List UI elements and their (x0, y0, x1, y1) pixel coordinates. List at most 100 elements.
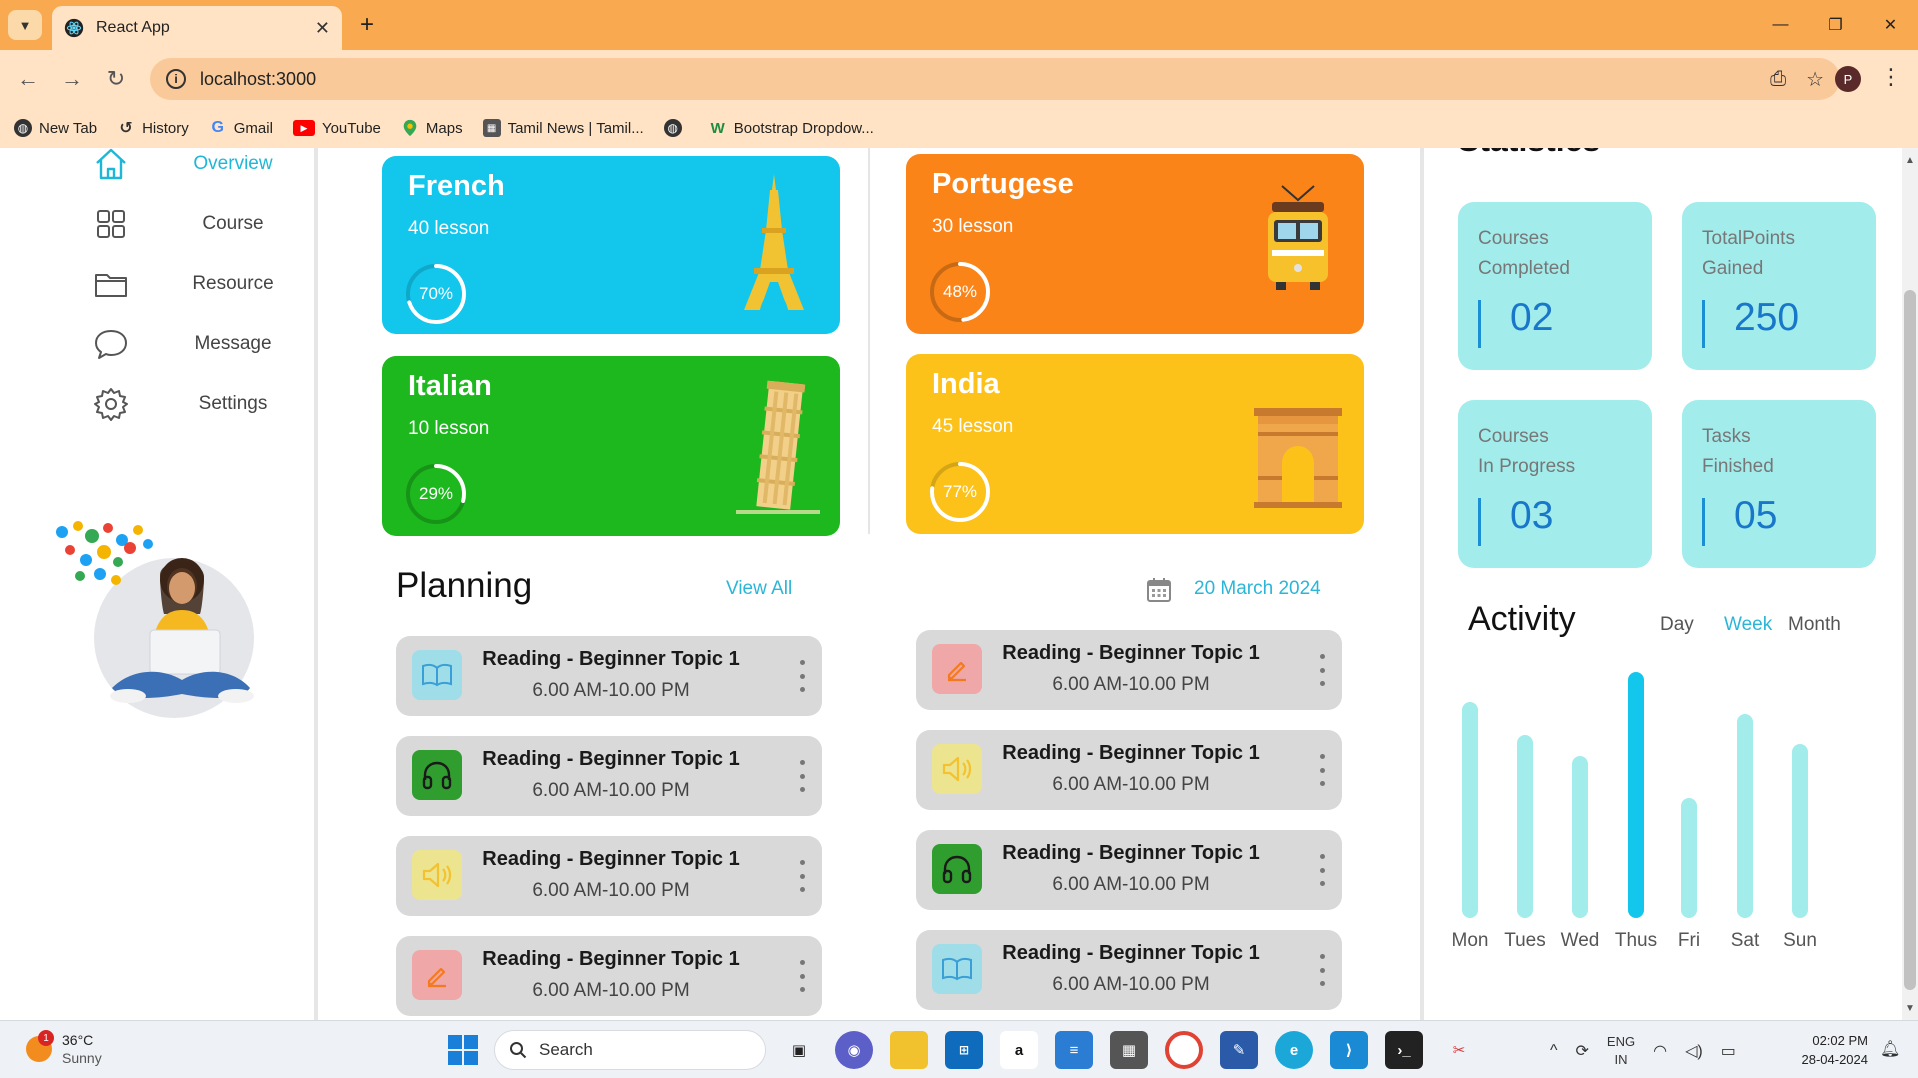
bookmark-gmail[interactable]: G Gmail (209, 119, 273, 137)
more-options-icon[interactable] (1316, 754, 1328, 786)
wifi-icon[interactable]: ◠ (1653, 1041, 1667, 1061)
vscode-icon[interactable]: ⟩ (1330, 1031, 1368, 1069)
more-options-icon[interactable] (796, 960, 808, 992)
volume-icon[interactable]: ◁) (1685, 1041, 1703, 1061)
view-all-link[interactable]: View All (726, 578, 792, 600)
gear-icon (94, 388, 128, 421)
more-options-icon[interactable] (1316, 954, 1328, 986)
news-icon: ▦ (482, 119, 501, 137)
file-explorer-icon[interactable] (890, 1031, 928, 1069)
plan-card[interactable]: Reading - Beginner Topic 1 6.00 AM-10.00… (916, 930, 1342, 1010)
planning-date[interactable]: 20 March 2024 (1194, 578, 1321, 600)
edge-icon[interactable]: e (1275, 1031, 1313, 1069)
kebab-menu-icon[interactable]: ⋮ (1880, 64, 1902, 90)
sidebar-item-message[interactable]: Message (92, 322, 292, 366)
plan-card[interactable]: Reading - Beginner Topic 1 6.00 AM-10.00… (396, 936, 822, 1016)
task-view-icon[interactable]: ▣ (780, 1031, 818, 1069)
reload-button[interactable]: ↻ (98, 62, 134, 96)
scroll-thumb[interactable] (1904, 290, 1916, 990)
more-options-icon[interactable] (1316, 654, 1328, 686)
tab-day[interactable]: Day (1660, 614, 1694, 636)
close-window-button[interactable]: ✕ (1863, 0, 1918, 50)
site-info-icon[interactable]: i (166, 69, 186, 89)
minimize-button[interactable]: — (1753, 0, 1808, 50)
terminal-icon[interactable]: ›_ (1385, 1031, 1423, 1069)
restore-button[interactable]: ❐ (1808, 0, 1863, 50)
tab-week[interactable]: Week (1724, 614, 1772, 636)
address-bar[interactable]: i localhost:3000 ⎙ ☆ (150, 58, 1840, 100)
stat-label-line: Completed (1478, 258, 1570, 279)
snipping-tool-icon[interactable]: ✂ (1440, 1031, 1478, 1069)
more-options-icon[interactable] (1316, 854, 1328, 886)
plan-title: Reading - Beginner Topic 1 (1002, 942, 1260, 964)
plan-card[interactable]: Reading - Beginner Topic 1 6.00 AM-10.00… (916, 730, 1342, 810)
weather-widget[interactable]: 1 36°C Sunny (26, 1030, 102, 1067)
x-tick-label: Mon (1452, 930, 1489, 951)
pencil-icon (427, 967, 446, 988)
column-divider (868, 148, 870, 534)
language-indicator[interactable]: ENG IN (1607, 1033, 1635, 1069)
notification-bell-icon[interactable]: 🔔︎ (1880, 1039, 1900, 1059)
plan-icon-box (932, 844, 982, 894)
page-scrollbar[interactable]: ▲ ▼ (1902, 148, 1918, 1020)
bookmark-youtube[interactable]: ▶ YouTube (292, 120, 381, 137)
star-icon[interactable]: ☆ (1806, 67, 1824, 92)
calendar-icon[interactable] (1145, 576, 1173, 604)
bookmark-history[interactable]: ↺ History (117, 119, 188, 138)
close-icon[interactable]: ✕ (315, 18, 330, 39)
taskbar-search[interactable]: Search (494, 1030, 766, 1070)
weather-text: 36°C Sunny (62, 1031, 102, 1067)
profile-avatar[interactable]: P (1835, 66, 1861, 92)
plan-card[interactable]: Reading - Beginner Topic 1 6.00 AM-10.00… (916, 830, 1342, 910)
battery-icon[interactable]: ▭ (1721, 1041, 1736, 1061)
chevron-up-icon[interactable]: ^ (1550, 1042, 1558, 1060)
plan-card[interactable]: Reading - Beginner Topic 1 6.00 AM-10.00… (396, 836, 822, 916)
forward-button[interactable]: → (54, 62, 90, 96)
scroll-down-icon[interactable]: ▼ (1902, 1000, 1918, 1016)
bookmark-globe[interactable]: ◍ (663, 119, 689, 137)
install-app-icon[interactable]: ⎙ (1770, 68, 1786, 91)
plan-title: Reading - Beginner Topic 1 (1002, 842, 1260, 864)
sidebar-item-course[interactable]: Course (92, 202, 292, 246)
w-icon: W (710, 119, 725, 137)
course-card-italian[interactable]: Italian 10 lesson 29% (382, 356, 840, 536)
bookmark-new-tab[interactable]: ◍ New Tab (14, 119, 97, 137)
plan-icon-box (412, 850, 462, 900)
plan-icon-box (932, 944, 982, 994)
sidebar-item-overview[interactable]: Overview (92, 148, 292, 186)
bookmark-tamil-news[interactable]: ▦ Tamil News | Tamil... (482, 119, 644, 137)
more-options-icon[interactable] (796, 860, 808, 892)
tab-month[interactable]: Month (1788, 614, 1841, 636)
scroll-up-icon[interactable]: ▲ (1902, 152, 1918, 168)
back-button[interactable]: ← (10, 62, 46, 96)
browser-tab[interactable]: React App ✕ (52, 6, 342, 50)
sidebar-item-resource[interactable]: Resource (92, 262, 292, 306)
course-card-india[interactable]: India 45 lesson 77% (906, 354, 1364, 534)
course-card-portugese[interactable]: Portugese 30 lesson 48% (906, 154, 1364, 334)
amazon-icon[interactable]: a (1000, 1031, 1038, 1069)
teams-icon[interactable]: ◉ (835, 1031, 873, 1069)
course-card-french[interactable]: French 40 lesson 70% (382, 156, 840, 334)
url-text[interactable]: localhost:3000 (200, 69, 1750, 90)
windows-start-icon[interactable] (448, 1035, 478, 1065)
clock[interactable]: 02:02 PM 28-04-2024 (1792, 1031, 1869, 1069)
bookmark-bootstrap[interactable]: W Bootstrap Dropdow... (709, 119, 874, 137)
notepad-icon[interactable]: ≡ (1055, 1031, 1093, 1069)
more-options-icon[interactable] (796, 660, 808, 692)
new-tab-button[interactable]: + (352, 10, 382, 40)
more-options-icon[interactable] (796, 760, 808, 792)
book-icon (422, 663, 452, 687)
plan-card[interactable]: Reading - Beginner Topic 1 6.00 AM-10.00… (396, 636, 822, 716)
bookmark-maps[interactable]: Maps (401, 119, 463, 137)
store-icon[interactable]: ⊞ (945, 1031, 983, 1069)
sidebar-item-settings[interactable]: Settings (92, 382, 292, 426)
plan-card[interactable]: Reading - Beginner Topic 1 6.00 AM-10.00… (916, 630, 1342, 710)
course-name: Portugese (932, 168, 1074, 200)
calculator-icon[interactable]: ▦ (1110, 1031, 1148, 1069)
history-icon: ↺ (119, 120, 133, 137)
chrome-icon[interactable] (1165, 1031, 1203, 1069)
mysql-icon[interactable]: ✎ (1220, 1031, 1258, 1069)
plan-card[interactable]: Reading - Beginner Topic 1 6.00 AM-10.00… (396, 736, 822, 816)
sync-icon[interactable]: ⟳ (1576, 1041, 1589, 1061)
tab-search-button[interactable]: ▼ (8, 10, 42, 40)
